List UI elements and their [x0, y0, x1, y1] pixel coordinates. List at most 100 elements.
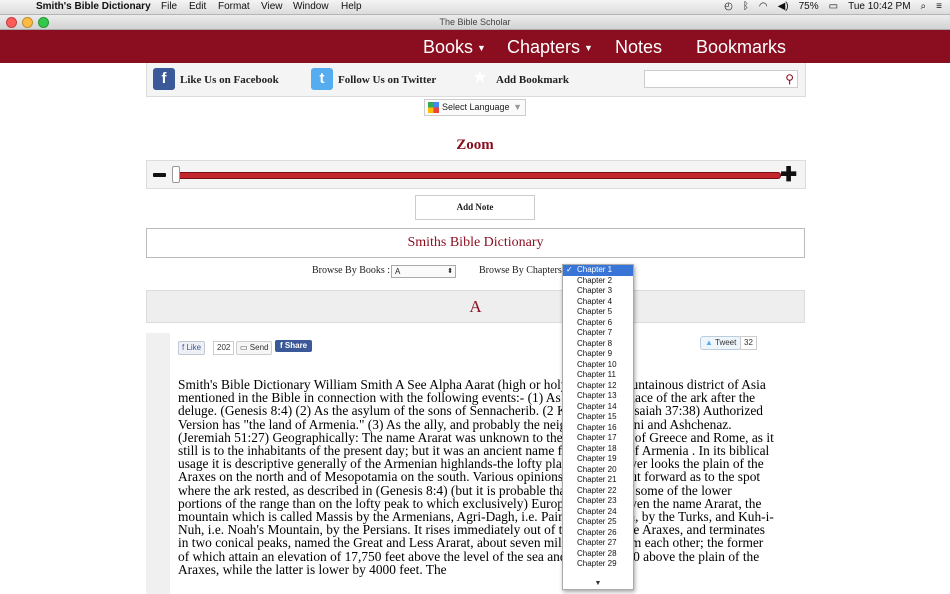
zoom-in-icon[interactable]: ✚	[780, 165, 797, 185]
chevron-down-icon: ▼	[513, 102, 522, 112]
spotlight-icon[interactable]: ⌕	[921, 0, 927, 14]
google-icon	[428, 102, 439, 113]
notification-center-icon[interactable]: ≡	[936, 0, 942, 14]
chapter-option[interactable]: Chapter 2	[563, 276, 633, 287]
bluetooth-icon[interactable]: ᛒ	[743, 0, 749, 14]
chapter-option[interactable]: Chapter 29	[563, 559, 633, 570]
chapter-option[interactable]: Chapter 8	[563, 339, 633, 350]
facebook-like-button[interactable]: f Like	[178, 341, 206, 355]
close-window-button[interactable]	[6, 17, 17, 28]
menu-app-name[interactable]: Smith's Bible Dictionary	[36, 0, 151, 14]
menu-file[interactable]: File	[161, 0, 177, 14]
chapter-option[interactable]: Chapter 15	[563, 412, 633, 423]
share-label: Share	[284, 341, 308, 350]
letter-heading: A	[146, 290, 805, 323]
chapter-option[interactable]: Chapter 13	[563, 391, 633, 402]
menubar-clock[interactable]: Tue 10:42 PM	[848, 0, 910, 14]
time-machine-icon[interactable]: ◴	[724, 0, 733, 14]
select-language-dropdown[interactable]: Select Language ▼	[424, 99, 526, 116]
menu-window[interactable]: Window	[293, 0, 329, 14]
facebook-share-button[interactable]: f Share	[275, 340, 313, 352]
nav-chapters-label: Chapters	[507, 37, 581, 57]
tweet-label: Tweet	[715, 338, 737, 347]
like-facebook-link[interactable]: Like Us on Facebook	[180, 70, 279, 90]
browse-books-value: A	[395, 267, 401, 276]
wifi-icon[interactable]: ◠	[759, 0, 768, 14]
select-language-label: Select Language	[442, 102, 510, 112]
chapter-option[interactable]: Chapter 16	[563, 423, 633, 434]
chevron-down-icon: ▼	[584, 43, 593, 54]
chapter-option[interactable]: Chapter 1	[563, 265, 633, 276]
nav-books-label: Books	[423, 37, 474, 57]
chapter-option[interactable]: Chapter 22	[563, 486, 633, 497]
zoom-slider-bar: ✚	[146, 160, 806, 189]
window-titlebar: The Bible Scholar	[0, 15, 950, 30]
nav-notes[interactable]: Notes	[615, 37, 662, 57]
chapter-option[interactable]: Chapter 4	[563, 297, 633, 308]
nav-chapters[interactable]: Chapters ▼	[507, 37, 593, 58]
volume-icon[interactable]: ◀)	[778, 0, 789, 14]
chapter-option[interactable]: Chapter 3	[563, 286, 633, 297]
nav-books[interactable]: Books ▼	[423, 37, 486, 58]
chapter-option[interactable]: Chapter 9	[563, 349, 633, 360]
battery-icon[interactable]: ▭	[829, 0, 838, 14]
like-label: Like	[186, 343, 202, 352]
menu-format[interactable]: Format	[218, 0, 250, 14]
chapters-dropdown-list[interactable]: Chapter 1 Chapter 2 Chapter 3 Chapter 4 …	[562, 264, 634, 590]
top-nav: Books ▼ Chapters ▼ Notes Bookmarks	[0, 30, 950, 63]
zoom-slider-track[interactable]	[175, 172, 781, 179]
browse-books-select[interactable]: A ⬍	[391, 265, 456, 278]
like-count: 202	[213, 341, 235, 355]
chat-icon: ▭	[240, 343, 250, 352]
entry-text: Smith's Bible Dictionary William Smith A…	[178, 378, 774, 577]
zoom-out-icon[interactable]	[153, 173, 166, 177]
chapter-option[interactable]: Chapter 28	[563, 549, 633, 560]
chapter-option[interactable]: Chapter 27	[563, 538, 633, 549]
menu-view[interactable]: View	[261, 0, 283, 14]
follow-twitter-link[interactable]: Follow Us on Twitter	[338, 70, 436, 90]
add-note-button[interactable]: Add Note	[415, 195, 535, 220]
chapter-option[interactable]: Chapter 23	[563, 496, 633, 507]
facebook-icon[interactable]: f	[153, 68, 175, 90]
chapter-option[interactable]: Chapter 12	[563, 381, 633, 392]
tweet-count: 32	[740, 336, 757, 350]
scroll-down-icon[interactable]: ▼	[563, 580, 633, 587]
menu-help[interactable]: Help	[341, 0, 362, 14]
tweet-button[interactable]: ▲ Tweet	[700, 336, 742, 350]
battery-percent[interactable]: 75%	[799, 0, 819, 14]
twitter-icon[interactable]: t	[311, 68, 333, 90]
window-title: The Bible Scholar	[439, 17, 511, 27]
zoom-slider-thumb[interactable]	[172, 166, 180, 183]
menu-edit[interactable]: Edit	[189, 0, 206, 14]
system-menubar: Smith's Bible Dictionary File Edit Forma…	[0, 0, 950, 15]
chapter-option[interactable]: Chapter 5	[563, 307, 633, 318]
chapter-option[interactable]: Chapter 14	[563, 402, 633, 413]
chapter-option[interactable]: Chapter 6	[563, 318, 633, 329]
chapter-option[interactable]: Chapter 21	[563, 475, 633, 486]
add-bookmark-link[interactable]: Add Bookmark	[496, 70, 569, 90]
zoom-window-button[interactable]	[38, 17, 49, 28]
send-label: Send	[249, 343, 269, 352]
updown-icon: ⬍	[447, 268, 453, 275]
dictionary-title: Smiths Bible Dictionary	[146, 228, 805, 258]
chapter-option[interactable]: Chapter 20	[563, 465, 633, 476]
chapter-option[interactable]: Chapter 18	[563, 444, 633, 455]
chevron-down-icon: ▼	[477, 43, 486, 54]
chapter-option[interactable]: Chapter 24	[563, 507, 633, 518]
search-input[interactable]: ⚲	[644, 70, 798, 88]
search-icon[interactable]: ⚲	[785, 71, 794, 87]
nav-bookmarks[interactable]: Bookmarks	[696, 37, 786, 57]
browse-books-label: Browse By Books :	[312, 265, 391, 276]
chapter-option[interactable]: Chapter 11	[563, 370, 633, 381]
chapter-option[interactable]: Chapter 17	[563, 433, 633, 444]
chapter-option[interactable]: Chapter 26	[563, 528, 633, 539]
chapter-option[interactable]: Chapter 7	[563, 328, 633, 339]
chapter-option[interactable]: Chapter 10	[563, 360, 633, 371]
facebook-send-button[interactable]: ▭ Send	[236, 341, 273, 355]
chapter-option[interactable]: Chapter 19	[563, 454, 633, 465]
star-icon[interactable]: ★	[469, 67, 491, 89]
zoom-title: Zoom	[456, 137, 494, 153]
browse-chapters-label: Browse By Chapters	[479, 265, 562, 276]
minimize-window-button[interactable]	[22, 17, 33, 28]
chapter-option[interactable]: Chapter 25	[563, 517, 633, 528]
